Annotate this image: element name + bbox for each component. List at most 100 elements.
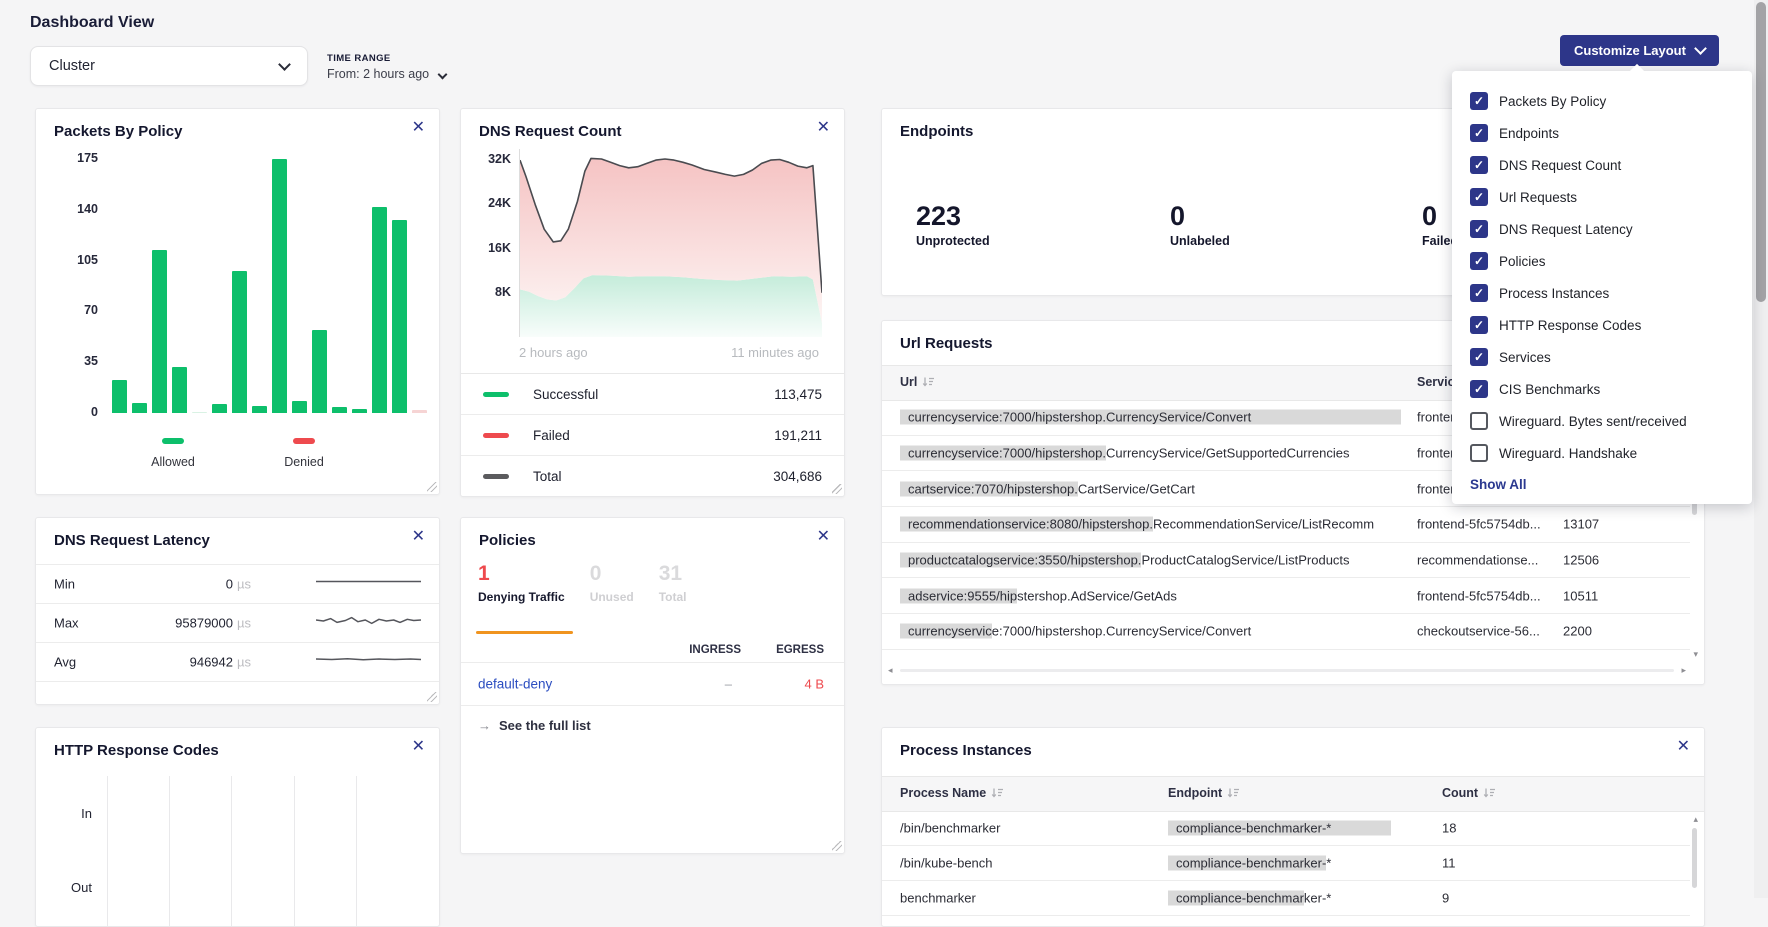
menu-item[interactable]: ✓DNS Request Latency xyxy=(1470,213,1734,245)
legend-swatch xyxy=(483,392,509,397)
chart-bar xyxy=(172,367,187,413)
count-cell: 12506 xyxy=(1563,553,1599,568)
latency-value: 95879000µs xyxy=(116,616,251,631)
tab-label: Total xyxy=(659,590,687,604)
checkbox-icon[interactable]: ✓ xyxy=(1470,252,1488,270)
url-highlight: currencyservic xyxy=(900,624,992,639)
menu-item[interactable]: Wireguard. Bytes sent/received xyxy=(1470,405,1734,437)
legend-item: Allowed xyxy=(128,431,218,469)
column-header-process-name[interactable]: Process Name xyxy=(900,786,1004,800)
endpoint-cell: compliance-benchmarker-* xyxy=(1168,821,1428,836)
policies-card: Policies ✕ 1Denying Traffic 0Unused 31 Tota… xyxy=(460,517,845,854)
resize-handle[interactable] xyxy=(427,692,437,702)
vertical-scrollbar[interactable] xyxy=(1692,828,1697,888)
customize-layout-menu: ✓Packets By Policy✓Endpoints✓DNS Request… xyxy=(1452,71,1752,504)
endpoint-highlight: compliance-benchmar xyxy=(1168,891,1304,906)
sort-icon xyxy=(1483,787,1496,799)
service-cell: frontend-5fc5754db... xyxy=(1417,588,1557,603)
menu-item[interactable]: ✓Process Instances xyxy=(1470,277,1734,309)
legend-swatch xyxy=(293,438,315,444)
checkbox-icon[interactable]: ✓ xyxy=(1470,156,1488,174)
url-cell: currencyservice:7000/hipstershop.Currenc… xyxy=(900,624,1405,639)
count-cell: 18 xyxy=(1442,821,1456,836)
checkbox-icon[interactable]: ✓ xyxy=(1470,124,1488,142)
close-icon[interactable]: ✕ xyxy=(412,739,425,755)
chart-bar xyxy=(352,409,367,413)
check-icon: ✓ xyxy=(1474,382,1484,396)
checkbox-icon[interactable]: ✓ xyxy=(1470,220,1488,238)
legend-swatch xyxy=(162,438,184,444)
menu-item[interactable]: ✓Policies xyxy=(1470,245,1734,277)
time-range-value[interactable]: From: 2 hours ago xyxy=(327,67,446,81)
x-axis-label-right: 11 minutes ago xyxy=(731,345,819,360)
url-highlight: currencyservice:7000/hipstershop.Currenc… xyxy=(900,410,1401,425)
view-select[interactable]: Cluster xyxy=(30,46,308,86)
url-cell: recommendationservice:8080/hipstershop.R… xyxy=(900,517,1405,532)
column-header-url[interactable]: Url xyxy=(900,375,935,389)
scroll-down-icon[interactable]: ▾ xyxy=(1693,649,1698,660)
resize-handle[interactable] xyxy=(427,482,437,492)
checkbox-icon[interactable]: ✓ xyxy=(1470,348,1488,366)
checkbox-icon[interactable] xyxy=(1470,444,1488,462)
checkbox-icon[interactable]: ✓ xyxy=(1470,316,1488,334)
dns-request-count-card: DNS Request Count ✕ 8K16K24K32K 2 hours … xyxy=(460,108,845,497)
customize-layout-label: Customize Layout xyxy=(1574,43,1686,58)
chart-bar xyxy=(372,207,387,413)
url-table-row[interactable]: productcatalogservice:3550/hipstershop.P… xyxy=(882,543,1690,579)
checkbox-icon[interactable] xyxy=(1470,412,1488,430)
url-table-row[interactable]: currencyservice:7000/hipstershop.Currenc… xyxy=(882,614,1690,650)
policies-tab-unused[interactable]: 0Unused xyxy=(590,562,634,604)
scroll-up-icon[interactable]: ▴ xyxy=(1693,814,1698,825)
process-table-rows: /bin/benchmarkercompliance-benchmarker-*… xyxy=(882,811,1690,916)
menu-item[interactable]: Wireguard. Handshake xyxy=(1470,437,1734,469)
process-table-row[interactable]: benchmarkercompliance-benchmarker-*9 xyxy=(882,881,1690,916)
see-full-list-link[interactable]: → See the full list xyxy=(478,718,591,733)
resize-handle[interactable] xyxy=(832,841,842,851)
scrollbar-thumb[interactable] xyxy=(1756,2,1766,302)
close-icon[interactable]: ✕ xyxy=(412,529,425,545)
sort-icon xyxy=(991,787,1004,799)
sort-icon xyxy=(922,376,935,388)
close-icon[interactable]: ✕ xyxy=(817,529,830,545)
process-table-row[interactable]: /bin/kube-benchcompliance-benchmarker-*1… xyxy=(882,846,1690,881)
menu-item[interactable]: ✓Services xyxy=(1470,341,1734,373)
url-cell: adservice:9555/hipstershop.AdService/Get… xyxy=(900,588,1405,603)
process-table-row[interactable]: /bin/benchmarkercompliance-benchmarker-*… xyxy=(882,811,1690,846)
close-icon[interactable]: ✕ xyxy=(1677,739,1690,755)
menu-item[interactable]: ✓CIS Benchmarks xyxy=(1470,373,1734,405)
page-scrollbar[interactable] xyxy=(1754,0,1768,898)
latency-row: Max95879000µs xyxy=(36,603,439,642)
url-table-row[interactable]: adservice:9555/hipstershop.AdService/Get… xyxy=(882,578,1690,614)
policies-tab-denying-traffic[interactable]: 1Denying Traffic xyxy=(478,562,565,604)
checkbox-icon[interactable]: ✓ xyxy=(1470,380,1488,398)
policy-row[interactable]: default-deny – 4 B xyxy=(461,662,844,706)
checkbox-icon[interactable]: ✓ xyxy=(1470,284,1488,302)
gridline xyxy=(294,776,295,926)
menu-item[interactable]: ✓DNS Request Count xyxy=(1470,149,1734,181)
menu-item[interactable]: ✓HTTP Response Codes xyxy=(1470,309,1734,341)
scroll-right-icon[interactable]: ▸ xyxy=(1681,665,1686,676)
card-title: Policies xyxy=(479,532,536,549)
column-header-count[interactable]: Count xyxy=(1442,786,1496,800)
check-icon: ✓ xyxy=(1474,190,1484,204)
close-icon[interactable]: ✕ xyxy=(817,120,830,136)
policies-tab-total[interactable]: 31 Total xyxy=(659,562,687,604)
menu-item[interactable]: ✓Packets By Policy xyxy=(1470,85,1734,117)
checkbox-icon[interactable]: ✓ xyxy=(1470,188,1488,206)
column-header-endpoint[interactable]: Endpoint xyxy=(1168,786,1240,800)
show-all-link[interactable]: Show All xyxy=(1470,477,1734,492)
policy-link[interactable]: default-deny xyxy=(478,677,552,692)
menu-item[interactable]: ✓Url Requests xyxy=(1470,181,1734,213)
x-axis-label-left: 2 hours ago xyxy=(519,345,588,360)
card-title: Process Instances xyxy=(900,742,1032,759)
scroll-left-icon[interactable]: ◂ xyxy=(888,665,893,676)
close-icon[interactable]: ✕ xyxy=(412,120,425,136)
tab-count: 31 xyxy=(659,562,687,586)
horizontal-scrollbar[interactable] xyxy=(900,669,1674,672)
menu-item[interactable]: ✓Endpoints xyxy=(1470,117,1734,149)
checkbox-icon[interactable]: ✓ xyxy=(1470,92,1488,110)
customize-layout-button[interactable]: Customize Layout xyxy=(1560,35,1719,66)
resize-handle[interactable] xyxy=(832,484,842,494)
dns-area-chart xyxy=(519,149,822,337)
url-table-row[interactable]: recommendationservice:8080/hipstershop.R… xyxy=(882,507,1690,543)
